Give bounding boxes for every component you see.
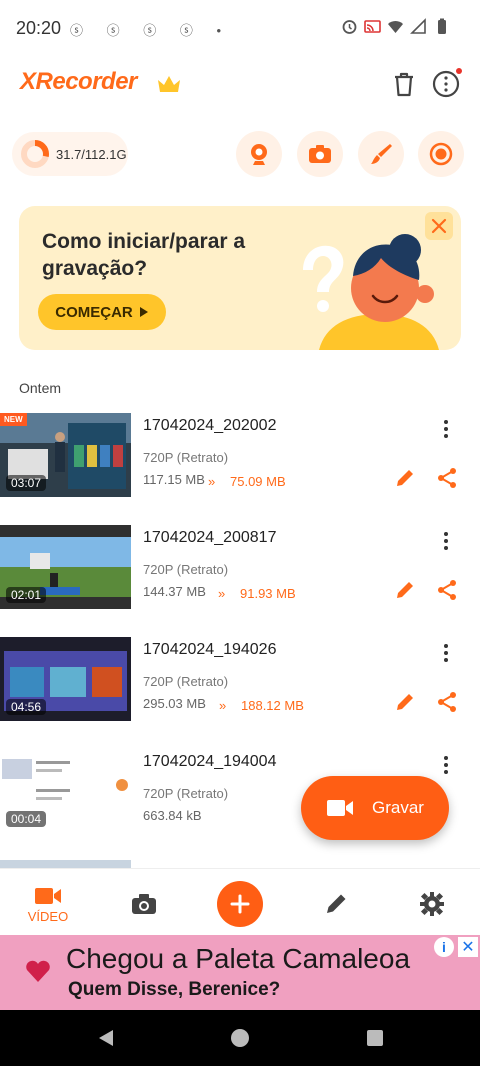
recording-resolution: 720P (Retrato) (143, 786, 229, 801)
video-thumbnail-partial (0, 860, 131, 868)
video-thumbnail[interactable]: 04:56 (0, 637, 131, 721)
banner-close-button[interactable] (425, 212, 453, 240)
share-icon[interactable] (436, 579, 458, 601)
plus-icon (230, 894, 250, 914)
camera-icon (132, 894, 156, 914)
edit-icon[interactable] (394, 467, 416, 489)
ad-info-icon[interactable]: i (434, 937, 454, 957)
recording-item[interactable]: 02:01 17042024_200817 720P (Retrato) 144… (0, 525, 480, 625)
duration-label: 00:04 (6, 811, 47, 827)
app-logo: XRecorder (20, 68, 137, 95)
trash-icon[interactable] (388, 68, 420, 100)
add-button[interactable] (217, 881, 263, 927)
notification-icons: ⓢ ⓢ ⓢ ⓢ • (70, 23, 231, 38)
compressed-size[interactable]: 75.09 MB (230, 474, 286, 489)
video-thumbnail[interactable]: 00:04 (0, 749, 131, 833)
recording-name: 17042024_194004 (143, 753, 277, 770)
recording-name: 17042024_194026 (143, 641, 277, 658)
nav-edit[interactable] (288, 869, 384, 939)
start-button-label: COMEÇAR (55, 303, 133, 321)
screenshot-button[interactable] (297, 131, 343, 177)
compress-arrow-icon: » (208, 474, 216, 489)
recording-resolution: 720P (Retrato) (143, 450, 229, 465)
duration-label: 04:56 (6, 699, 47, 715)
storage-text: 31.7/112.1G (56, 146, 127, 162)
cast-icon (364, 18, 381, 35)
nav-settings[interactable] (384, 869, 480, 939)
recording-item[interactable]: 04:56 17042024_194026 720P (Retrato) 295… (0, 637, 480, 737)
ad-close-icon[interactable]: ✕ (458, 937, 478, 957)
recording-name: 17042024_200817 (143, 529, 277, 546)
alarm-icon (341, 18, 358, 35)
wifi-icon (387, 18, 404, 35)
compressed-size[interactable]: 91.93 MB (240, 586, 296, 601)
back-icon[interactable] (96, 1028, 116, 1048)
recents-icon[interactable] (366, 1029, 384, 1047)
crown-icon[interactable] (156, 74, 182, 94)
android-nav-bar (0, 1010, 480, 1066)
recording-name: 17042024_202002 (143, 417, 277, 434)
camera-icon (309, 145, 331, 163)
gear-icon (420, 892, 444, 916)
close-icon (431, 218, 447, 234)
more-options-icon[interactable] (438, 419, 454, 439)
record-fab[interactable]: Gravar (301, 776, 449, 840)
battery-icon (433, 18, 450, 35)
ad-subtitle: Quem Disse, Berenice? (68, 979, 281, 1000)
status-time: 20:20 (16, 18, 62, 38)
recording-size: 144.37 MB (143, 584, 206, 599)
brush-icon (371, 144, 392, 164)
more-options-icon[interactable] (438, 755, 454, 775)
more-options-icon[interactable] (438, 531, 454, 551)
new-badge: NEW (0, 413, 27, 426)
play-arrow-icon (139, 307, 148, 317)
video-thumbnail[interactable]: NEW 03:07 (0, 413, 131, 497)
banner-title: Como iniciar/parar a gravação? (42, 230, 246, 280)
nav-video-label: VÍDEO (27, 908, 69, 924)
video-camera-icon (35, 887, 61, 904)
compress-arrow-icon: » (218, 586, 226, 601)
video-thumbnail[interactable]: 02:01 (0, 525, 131, 609)
system-icons (341, 18, 450, 35)
edit-icon[interactable] (394, 691, 416, 713)
compress-arrow-icon: » (219, 698, 227, 713)
nav-screenshots[interactable] (96, 869, 192, 939)
record-fab-label: Gravar (372, 798, 424, 817)
record-icon (429, 142, 453, 166)
status-bar: 20:20 ⓢ ⓢ ⓢ ⓢ • (0, 0, 480, 60)
share-icon[interactable] (436, 467, 458, 489)
duration-label: 02:01 (6, 587, 47, 603)
recording-size: 295.03 MB (143, 696, 206, 711)
start-button[interactable]: COMEÇAR (38, 294, 166, 330)
pencil-icon (327, 894, 346, 913)
webcam-icon (251, 144, 267, 165)
share-icon[interactable] (436, 691, 458, 713)
nav-video[interactable]: VÍDEO (0, 869, 96, 939)
recording-size: 117.15 MB (143, 472, 205, 487)
brush-button[interactable] (358, 131, 404, 177)
edit-icon[interactable] (394, 579, 416, 601)
recording-resolution: 720P (Retrato) (143, 562, 229, 577)
compressed-size[interactable]: 188.12 MB (241, 698, 304, 713)
record-button[interactable] (418, 131, 464, 177)
recording-resolution: 720P (Retrato) (143, 674, 229, 689)
video-camera-icon (327, 800, 354, 816)
nav-add[interactable] (192, 869, 288, 939)
tutorial-banner[interactable]: Como iniciar/parar a gravação? COMEÇAR (19, 206, 461, 350)
section-label: Ontem (19, 380, 62, 396)
heart-logo-icon (26, 960, 50, 982)
more-info-icon[interactable] (430, 68, 462, 100)
signal-icon (410, 18, 427, 35)
bottom-nav: VÍDEO (0, 868, 480, 938)
home-icon[interactable] (230, 1028, 250, 1048)
storage-ring-icon (21, 140, 49, 168)
facecam-button[interactable] (236, 131, 282, 177)
more-options-icon[interactable] (438, 643, 454, 663)
ad-title: Chegou a Paleta Camaleoa (66, 943, 411, 974)
storage-indicator[interactable]: 31.7/112.1G (12, 132, 128, 176)
duration-label: 03:07 (6, 475, 47, 491)
recording-item[interactable]: NEW 03:07 17042024_202002 720P (Retrato)… (0, 413, 480, 513)
ad-banner[interactable]: Chegou a Paleta Camaleoa Quem Disse, Ber… (0, 935, 480, 1010)
recording-size: 663.84 kB (143, 808, 202, 823)
